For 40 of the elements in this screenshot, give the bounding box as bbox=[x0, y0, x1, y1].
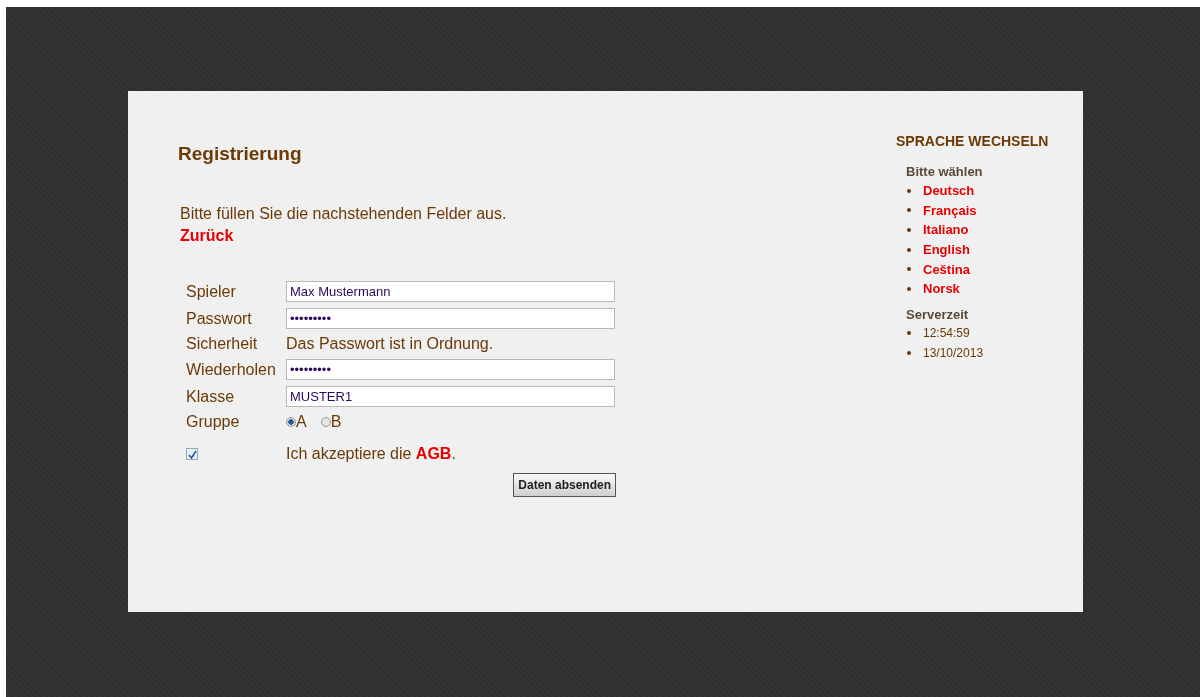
field-label: Gruppe bbox=[186, 413, 241, 431]
bullet-icon bbox=[907, 350, 911, 355]
field-label: Spieler bbox=[186, 282, 237, 301]
language-link[interactable]: Français bbox=[923, 202, 977, 218]
submit-button[interactable]: Daten absenden bbox=[513, 473, 616, 497]
input-field[interactable]: ••••••••• bbox=[286, 308, 615, 329]
field-label: Passwort bbox=[186, 309, 253, 328]
bullet-icon bbox=[907, 188, 911, 193]
field-label: Sicherheit bbox=[186, 335, 259, 353]
radio-option[interactable]: B bbox=[320, 413, 342, 431]
input-field[interactable]: Max Mustermann bbox=[286, 281, 615, 302]
radio-option[interactable]: A bbox=[286, 413, 307, 431]
server-time-text: 12:54:59 bbox=[923, 326, 970, 341]
back-link[interactable]: Zurück bbox=[180, 227, 234, 245]
bullet-icon bbox=[907, 286, 911, 291]
language-link[interactable]: Italiano bbox=[923, 222, 969, 238]
bullet-icon bbox=[907, 208, 911, 213]
input-field[interactable]: ••••••••• bbox=[286, 359, 615, 380]
bullet-icon bbox=[907, 247, 911, 252]
input-field[interactable]: MUSTER1 bbox=[286, 386, 615, 407]
bullet-icon bbox=[907, 228, 911, 232]
radio-button[interactable] bbox=[286, 417, 296, 427]
language-link[interactable]: Norsk bbox=[923, 281, 960, 297]
checkbox[interactable] bbox=[186, 448, 198, 460]
server-time-text: 13/10/2013 bbox=[923, 345, 984, 360]
field-label: Wiederholen bbox=[186, 360, 277, 379]
bullet-icon bbox=[907, 331, 911, 336]
language-link[interactable]: Deutsch bbox=[923, 183, 975, 199]
section-heading: Bitte wählen bbox=[906, 164, 984, 179]
page-title: Registrierung bbox=[178, 143, 303, 165]
field-label: Klasse bbox=[186, 387, 236, 406]
bullet-icon bbox=[907, 267, 911, 272]
terms-text: Ich akzeptiere die AGB. bbox=[286, 445, 457, 463]
language-link[interactable]: English bbox=[923, 242, 970, 258]
section-heading: Serverzeit bbox=[906, 306, 970, 322]
radio-button[interactable] bbox=[320, 417, 331, 427]
language-link[interactable]: Ceština bbox=[923, 261, 970, 277]
intro-text: Bitte füllen Sie die nachstehenden Felder aus. bbox=[180, 205, 508, 223]
password-strength-text: Das Passwort ist in Ordnung. bbox=[286, 335, 495, 353]
sidebar-title: SPRACHE WECHSELN bbox=[896, 133, 1049, 149]
